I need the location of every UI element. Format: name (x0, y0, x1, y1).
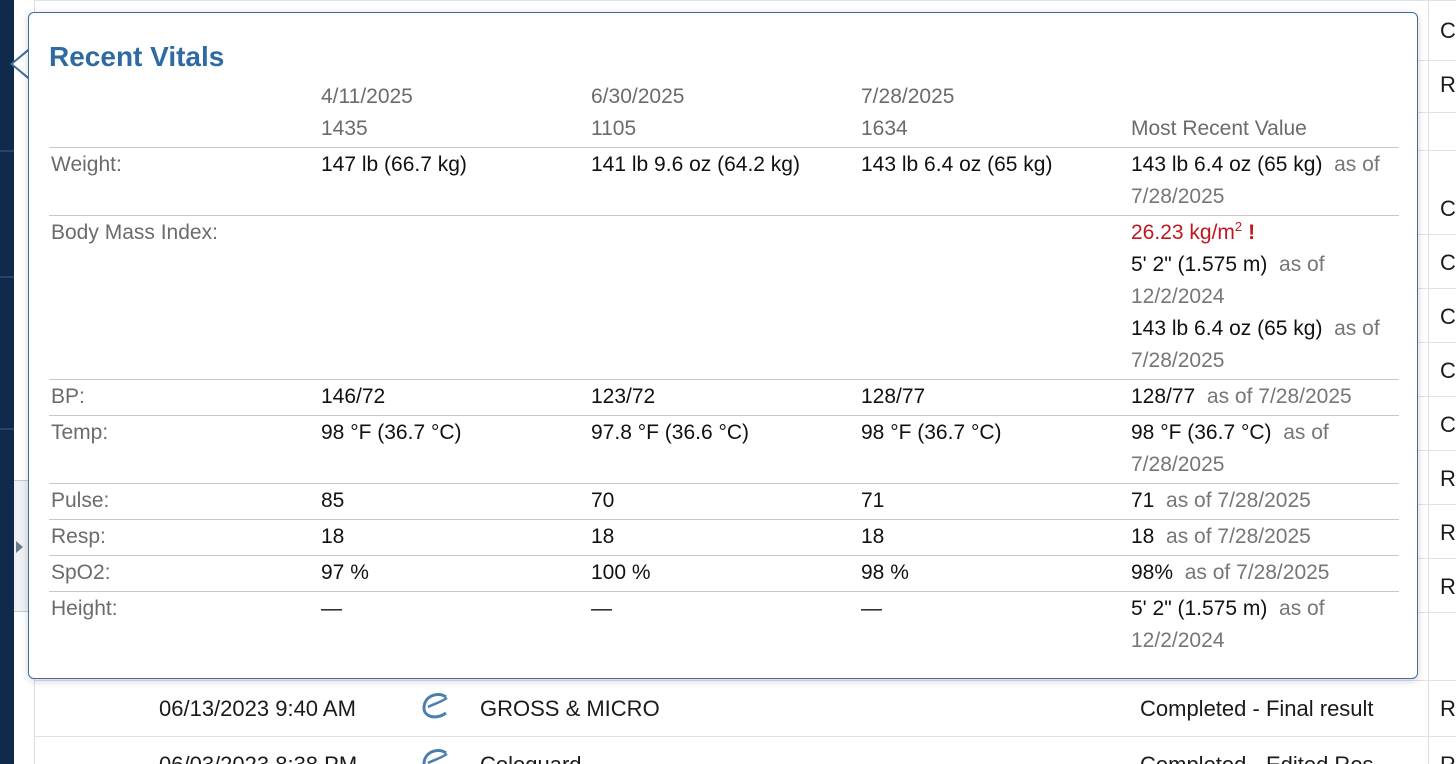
as-of-date: as of 7/28/2025 (1184, 561, 1330, 584)
most-recent-resp: 18 as of 7/28/2025 (1131, 525, 1311, 548)
vital-value: — (591, 597, 612, 620)
vital-value: 18 (861, 525, 885, 548)
column-date: 6/30/2025 (591, 85, 685, 108)
row-divider (49, 591, 1399, 592)
vital-value: 100 % (591, 561, 651, 584)
bmi-height-source: 5' 2" (1.575 m) as of 12/2/2024 (1131, 253, 1325, 308)
result-status: Completed - Edited Res (1140, 752, 1374, 764)
vital-value: 141 lb 9.6 oz (64.2 kg) (591, 153, 800, 176)
vital-value: 123/72 (591, 385, 656, 408)
most-recent-weight: 143 lb 6.4 oz (65 kg) as of 7/28/2025 (1131, 153, 1380, 208)
as-of-date: as of 7/28/2025 (1166, 525, 1311, 548)
vital-value: — (321, 597, 342, 620)
vital-label-resp: Resp: (51, 525, 106, 548)
most-recent-pulse: 71 as of 7/28/2025 (1131, 489, 1311, 512)
bmi-value: 26.23 kg/m (1131, 221, 1235, 244)
column-time: 1105 (591, 117, 637, 140)
row-divider (49, 555, 1399, 556)
row-divider (49, 215, 1399, 216)
column-time: 1634 (861, 117, 908, 140)
truncated-column-text: C (1440, 250, 1456, 275)
most-recent-temp: 98 °F (36.7 °C) as of 7/28/2025 (1131, 421, 1329, 476)
row-divider (49, 415, 1399, 416)
vital-value: — (861, 597, 882, 620)
result-status: Completed - Final result (1140, 696, 1374, 721)
vital-value: 98 °F (36.7 °C) (861, 421, 1002, 444)
vital-label-height: Height: (51, 597, 118, 620)
truncated-column-text: R (1440, 752, 1456, 764)
row-divider (49, 519, 1399, 520)
list-item[interactable]: 06/03/2023 8:38 PM Cologuard Completed -… (34, 736, 1456, 764)
truncated-column-text: R (1440, 574, 1456, 599)
vital-value: 147 lb (66.7 kg) (321, 153, 467, 176)
vital-value: 18 (591, 525, 615, 548)
most-recent-bmi: 26.23 kg/m2! (1131, 217, 1255, 249)
result-name: Cologuard (480, 752, 582, 764)
left-nav-strip (0, 0, 14, 764)
vital-value: 85 (321, 489, 345, 512)
truncated-column-text: R (1440, 520, 1456, 545)
truncated-column-text: C (1440, 412, 1456, 437)
most-recent-bp: 128/77 as of 7/28/2025 (1131, 385, 1352, 408)
truncated-column-text: R (1440, 72, 1456, 97)
list-item[interactable]: 06/13/2023 9:40 AM GROSS & MICRO Complet… (34, 680, 1456, 736)
vital-value: 97.8 °F (36.6 °C) (591, 421, 750, 444)
row-divider (49, 379, 1399, 380)
most-recent-height: 5' 2" (1.575 m) as of 12/2/2024 (1131, 597, 1325, 652)
recent-vitals-popup: Recent Vitals 4/11/2025 1435 6/30/2025 1… (28, 12, 1418, 679)
truncated-column-text: C (1440, 358, 1456, 383)
result-datetime: 06/03/2023 8:38 PM (159, 752, 357, 764)
vital-value: 70 (591, 489, 615, 512)
nav-strip-divider (0, 276, 14, 278)
vital-label-pulse: Pulse: (51, 489, 110, 512)
row-divider (49, 147, 1399, 148)
vital-label-bmi: Body Mass Index: (51, 221, 218, 244)
truncated-column-text: C (1440, 304, 1456, 329)
column-time: 1435 (321, 117, 368, 140)
vital-value: 97 % (321, 561, 369, 584)
column-date: 7/28/2025 (861, 85, 955, 108)
as-of-date: as of 7/28/2025 (1166, 489, 1311, 512)
vital-label-bp: BP: (51, 385, 85, 408)
popup-title: Recent Vitals (49, 41, 225, 72)
truncated-column-text: C (1440, 196, 1456, 221)
vital-value: 18 (321, 525, 345, 548)
vital-value: 98 °F (36.7 °C) (321, 421, 462, 444)
epic-e-icon (416, 744, 456, 764)
epic-e-icon (416, 688, 456, 724)
vital-label-weight: Weight: (51, 153, 122, 176)
bmi-unit-superscript: 2 (1234, 219, 1243, 234)
result-datetime: 06/13/2023 9:40 AM (159, 696, 356, 721)
nav-strip-divider (0, 150, 14, 152)
truncated-column-text: R (1440, 696, 1456, 721)
alert-icon: ! (1248, 221, 1256, 244)
vital-value: 128/77 (861, 385, 926, 408)
vital-value: 143 lb 6.4 oz (65 kg) (861, 153, 1053, 176)
vital-value: 98 % (861, 561, 909, 584)
truncated-column-text: C (1440, 18, 1456, 43)
chevron-right-icon (16, 541, 23, 553)
truncated-column-text: R (1440, 466, 1456, 491)
vital-value: 71 (861, 489, 885, 512)
result-name: GROSS & MICRO (480, 696, 660, 721)
nav-strip-divider (0, 428, 14, 430)
vital-label-temp: Temp: (51, 421, 109, 444)
column-date: 4/11/2025 (321, 85, 413, 108)
row-divider (49, 483, 1399, 484)
vital-label-spo2: SpO2: (51, 561, 111, 584)
most-recent-spo2: 98% as of 7/28/2025 (1131, 561, 1330, 584)
bmi-weight-source: 143 lb 6.4 oz (65 kg) as of 7/28/2025 (1131, 317, 1380, 372)
most-recent-header: Most Recent Value (1131, 117, 1307, 140)
as-of-date: as of 7/28/2025 (1206, 385, 1352, 408)
vital-value: 146/72 (321, 385, 386, 408)
